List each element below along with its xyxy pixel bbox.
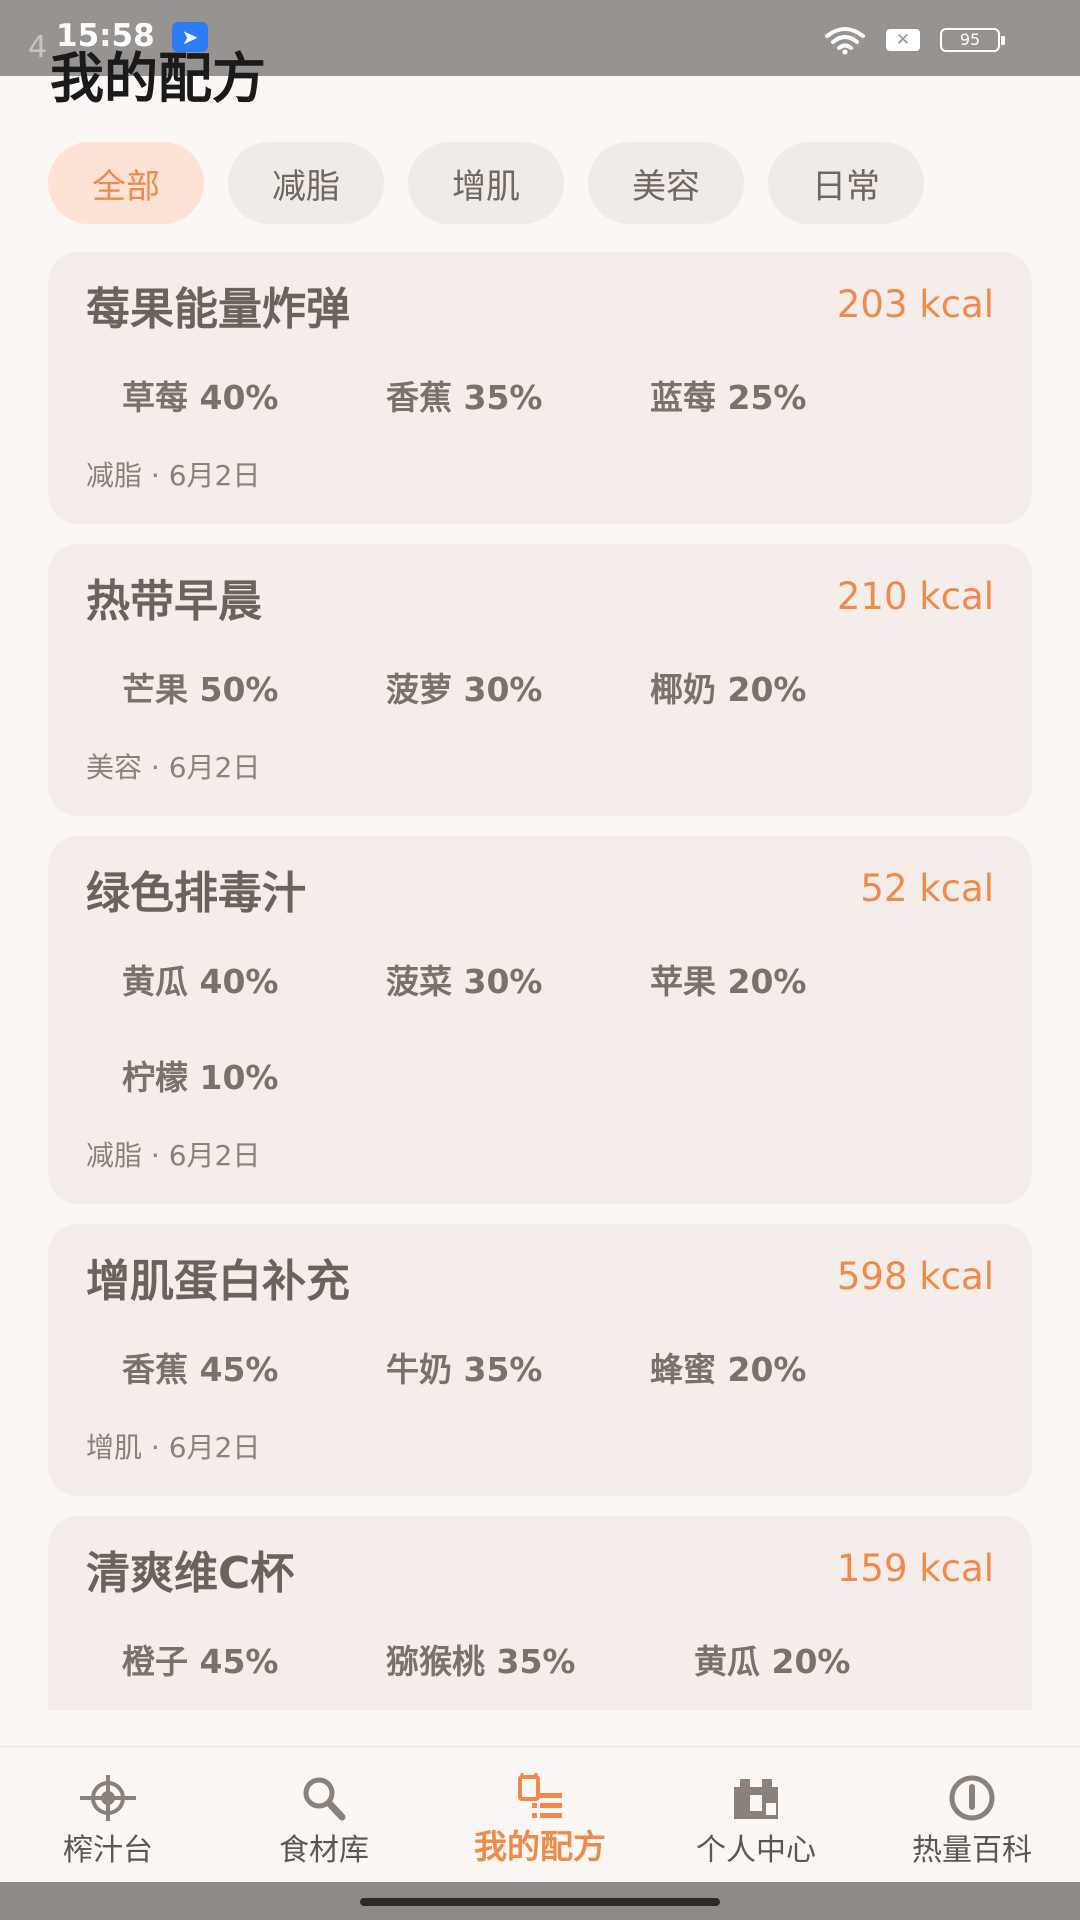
no-sim-icon: ✕ xyxy=(886,29,920,51)
ingredient-tag: 蓝莓 25% xyxy=(650,378,807,417)
ingredient-tag: 猕猴桃 35% xyxy=(386,1642,576,1681)
nav-label: 食材库 xyxy=(279,1833,369,1868)
ingredient-tag: 牛奶 35% xyxy=(386,1350,543,1389)
ingredient-tag: 橙子 45% xyxy=(122,1642,279,1681)
recipe-kcal: 203 kcal xyxy=(836,283,994,326)
recipe-kcal: 52 kcal xyxy=(860,867,994,910)
recipe-meta: 减脂 · 6月2日 xyxy=(86,459,261,492)
recipe-kcal: 210 kcal xyxy=(836,575,994,618)
filter-chips: 全部 减脂 增肌 美容 日常 xyxy=(48,142,924,224)
battery-icon: 95 xyxy=(940,28,1005,52)
recipe-card[interactable]: 热带早晨 210 kcal 芒果 50% 菠萝 30% 椰奶 20% 美容 · … xyxy=(48,544,1032,816)
person-icon xyxy=(734,1779,778,1819)
gesture-bar xyxy=(0,1882,1080,1920)
nav-item-profile[interactable]: 个人中心 xyxy=(648,1747,864,1883)
recipe-card[interactable]: 增肌蛋白补充 598 kcal 香蕉 45% 牛奶 35% 蜂蜜 20% 增肌 … xyxy=(48,1224,1032,1496)
ingredient-tag: 菠菜 30% xyxy=(386,962,543,1001)
ingredient-tag: 柠檬 10% xyxy=(122,1058,279,1097)
recipe-name: 热带早晨 xyxy=(86,576,262,627)
recipe-card[interactable]: 绿色排毒汁 52 kcal 黄瓜 40% 菠菜 30% 苹果 20% 柠檬 10… xyxy=(48,836,1032,1204)
home-indicator[interactable] xyxy=(360,1898,720,1906)
filter-chip-daily[interactable]: 日常 xyxy=(768,142,924,224)
filter-chip-beauty[interactable]: 美容 xyxy=(588,142,744,224)
status-icons: ✕ 95 xyxy=(824,22,1005,58)
nav-label: 我的配方 xyxy=(474,1827,606,1866)
page-title: 我的配方 xyxy=(50,47,266,110)
search-icon xyxy=(303,1777,346,1821)
recipe-kcal: 598 kcal xyxy=(836,1255,994,1298)
recipe-name: 莓果能量炸弹 xyxy=(86,284,350,335)
ingredient-tag: 香蕉 45% xyxy=(122,1350,279,1389)
battery-level: 95 xyxy=(959,30,981,49)
filter-chip-fat-loss[interactable]: 减脂 xyxy=(228,142,384,224)
ingredient-tag: 椰奶 20% xyxy=(650,670,807,709)
info-icon xyxy=(949,1775,995,1821)
recipe-meta: 增肌 · 6月2日 xyxy=(86,1431,261,1464)
ingredient-tag: 香蕉 35% xyxy=(386,378,543,417)
recipe-kcal: 159 kcal xyxy=(836,1547,994,1590)
recipe-name: 清爽维C杯 xyxy=(86,1548,295,1599)
nav-label: 榨汁台 xyxy=(63,1833,153,1868)
wifi-icon xyxy=(825,27,865,55)
ingredient-tag: 草莓 40% xyxy=(122,378,279,417)
recipe-list-icon xyxy=(518,1773,562,1818)
ingredient-tag: 蜂蜜 20% xyxy=(650,1350,807,1389)
ingredient-tag: 苹果 20% xyxy=(650,962,807,1001)
nav-item-ingredients[interactable]: 食材库 xyxy=(216,1747,432,1883)
nav-label: 热量百科 xyxy=(912,1833,1032,1868)
target-icon xyxy=(80,1775,136,1821)
ghost-text: 4 xyxy=(28,30,48,65)
recipe-card[interactable]: 清爽维C杯 159 kcal 橙子 45% 猕猴桃 35% 黄瓜 20% xyxy=(48,1516,1032,1710)
recipe-meta: 美容 · 6月2日 xyxy=(86,751,261,784)
recipe-name: 增肌蛋白补充 xyxy=(86,1256,350,1307)
filter-chip-muscle-gain[interactable]: 增肌 xyxy=(408,142,564,224)
ingredient-tag: 黄瓜 20% xyxy=(694,1642,851,1681)
bottom-nav: 榨汁台 食材库 我的配方 个人中心 热量百科 xyxy=(0,1746,1080,1882)
ingredient-tag: 芒果 50% xyxy=(122,670,279,709)
ingredient-tag: 黄瓜 40% xyxy=(122,962,279,1001)
recipe-meta: 减脂 · 6月2日 xyxy=(86,1139,261,1172)
nav-item-juicer[interactable]: 榨汁台 xyxy=(0,1747,216,1883)
nav-item-my-recipes[interactable]: 我的配方 xyxy=(432,1747,648,1883)
ingredient-tag: 菠萝 30% xyxy=(386,670,543,709)
nav-label: 个人中心 xyxy=(696,1833,816,1868)
recipe-list[interactable]: 莓果能量炸弹 203 kcal 草莓 40% 香蕉 35% 蓝莓 25% 减脂 … xyxy=(48,252,1032,1710)
nav-item-calorie-wiki[interactable]: 热量百科 xyxy=(864,1747,1080,1883)
recipe-card[interactable]: 莓果能量炸弹 203 kcal 草莓 40% 香蕉 35% 蓝莓 25% 减脂 … xyxy=(48,252,1032,524)
filter-chip-all[interactable]: 全部 xyxy=(48,142,204,224)
recipe-name: 绿色排毒汁 xyxy=(86,868,306,919)
